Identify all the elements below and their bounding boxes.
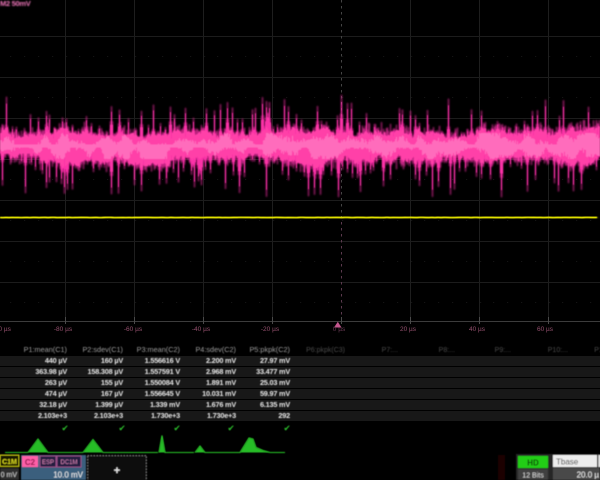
svg-text:1.550084 V: 1.550084 V bbox=[145, 378, 181, 387]
svg-text:40 µs: 40 µs bbox=[469, 326, 486, 333]
svg-text:12 Bits: 12 Bits bbox=[522, 473, 544, 480]
svg-text:20 µs: 20 µs bbox=[400, 326, 417, 333]
svg-text:1.339 mV: 1.339 mV bbox=[150, 400, 180, 409]
svg-text:-20 µs: -20 µs bbox=[261, 326, 280, 333]
svg-text:✔: ✔ bbox=[227, 423, 234, 433]
svg-text:2.103e+3: 2.103e+3 bbox=[94, 411, 123, 420]
svg-text:2.200 mV: 2.200 mV bbox=[206, 356, 236, 365]
svg-text:27.97 mV: 27.97 mV bbox=[260, 356, 290, 365]
svg-text:✔: ✔ bbox=[283, 423, 290, 433]
svg-text:C1M: C1M bbox=[2, 459, 17, 466]
svg-text:+: + bbox=[114, 465, 120, 477]
svg-text:P4:sdev(C2): P4:sdev(C2) bbox=[195, 345, 236, 354]
svg-text:P7:...: P7:... bbox=[382, 347, 398, 354]
svg-text:DC1M: DC1M bbox=[60, 460, 77, 466]
svg-text:33.477 mV: 33.477 mV bbox=[256, 367, 290, 376]
svg-text:1.730e+3: 1.730e+3 bbox=[151, 411, 180, 420]
svg-text:1.556645 V: 1.556645 V bbox=[145, 389, 181, 398]
svg-text:1.557591 V: 1.557591 V bbox=[145, 367, 181, 376]
svg-text:263 µV: 263 µV bbox=[45, 378, 67, 387]
svg-text:0 mV: 0 mV bbox=[1, 472, 18, 479]
svg-text:474 µV: 474 µV bbox=[45, 389, 67, 398]
svg-text:P5:pkpk(C2): P5:pkpk(C2) bbox=[249, 345, 290, 354]
svg-text:60 µs: 60 µs bbox=[537, 326, 554, 333]
svg-text:P10:...: P10:... bbox=[548, 347, 568, 354]
svg-text:✔: ✔ bbox=[118, 423, 125, 433]
svg-text:P8:...: P8:... bbox=[439, 347, 455, 354]
svg-text:158.308 µV: 158.308 µV bbox=[88, 367, 124, 376]
svg-text:✔: ✔ bbox=[61, 423, 68, 433]
svg-text:C2: C2 bbox=[25, 458, 36, 467]
svg-text:Tbase: Tbase bbox=[556, 458, 579, 467]
svg-text:10.031 mV: 10.031 mV bbox=[202, 389, 236, 398]
svg-text:P2:sdev(C1): P2:sdev(C1) bbox=[82, 345, 123, 354]
svg-text:P1:mean(C1): P1:mean(C1) bbox=[24, 345, 67, 354]
svg-text:-40 µs: -40 µs bbox=[192, 326, 211, 333]
svg-text:2.968 mV: 2.968 mV bbox=[206, 367, 236, 376]
svg-text:292: 292 bbox=[278, 411, 290, 420]
svg-text:P9:...: P9:... bbox=[495, 347, 511, 354]
svg-text:1.676 mV: 1.676 mV bbox=[206, 400, 236, 409]
svg-text:440 µV: 440 µV bbox=[45, 356, 67, 365]
svg-text:1.891 mV: 1.891 mV bbox=[206, 378, 236, 387]
svg-text:1.399 µV: 1.399 µV bbox=[95, 400, 123, 409]
svg-text:1.556616 V: 1.556616 V bbox=[145, 356, 181, 365]
svg-text:167 µV: 167 µV bbox=[101, 389, 123, 398]
svg-text:-60 µs: -60 µs bbox=[124, 326, 143, 333]
svg-text:0 µs: 0 µs bbox=[333, 326, 346, 333]
svg-text:155 µV: 155 µV bbox=[101, 378, 123, 387]
svg-text:363.98 µV: 363.98 µV bbox=[35, 367, 67, 376]
svg-text:P3:mean(C2): P3:mean(C2) bbox=[137, 345, 180, 354]
svg-text:M2 50mV: M2 50mV bbox=[0, 0, 31, 8]
svg-text:20.0 µ: 20.0 µ bbox=[577, 471, 600, 480]
svg-text:P11:...: P11:... bbox=[594, 347, 600, 354]
svg-text:HD: HD bbox=[527, 459, 539, 468]
svg-text:6.135 mV: 6.135 mV bbox=[260, 400, 290, 409]
svg-text:ESP: ESP bbox=[42, 460, 54, 466]
svg-text:-80 µs: -80 µs bbox=[54, 326, 73, 333]
svg-text:10.0 mV: 10.0 mV bbox=[53, 471, 83, 480]
svg-text:✔: ✔ bbox=[173, 423, 180, 433]
svg-text:32.18 µV: 32.18 µV bbox=[39, 400, 67, 409]
svg-text:2.103e+3: 2.103e+3 bbox=[38, 411, 67, 420]
svg-text:59.97 mV: 59.97 mV bbox=[260, 389, 290, 398]
svg-text:160 µV: 160 µV bbox=[101, 356, 123, 365]
svg-text:25.03 mV: 25.03 mV bbox=[260, 378, 290, 387]
svg-text:1.730e+3: 1.730e+3 bbox=[207, 411, 236, 420]
svg-text:-100 µs: -100 µs bbox=[0, 326, 12, 333]
svg-text:P6:pkpk(C3): P6:pkpk(C3) bbox=[306, 347, 345, 354]
